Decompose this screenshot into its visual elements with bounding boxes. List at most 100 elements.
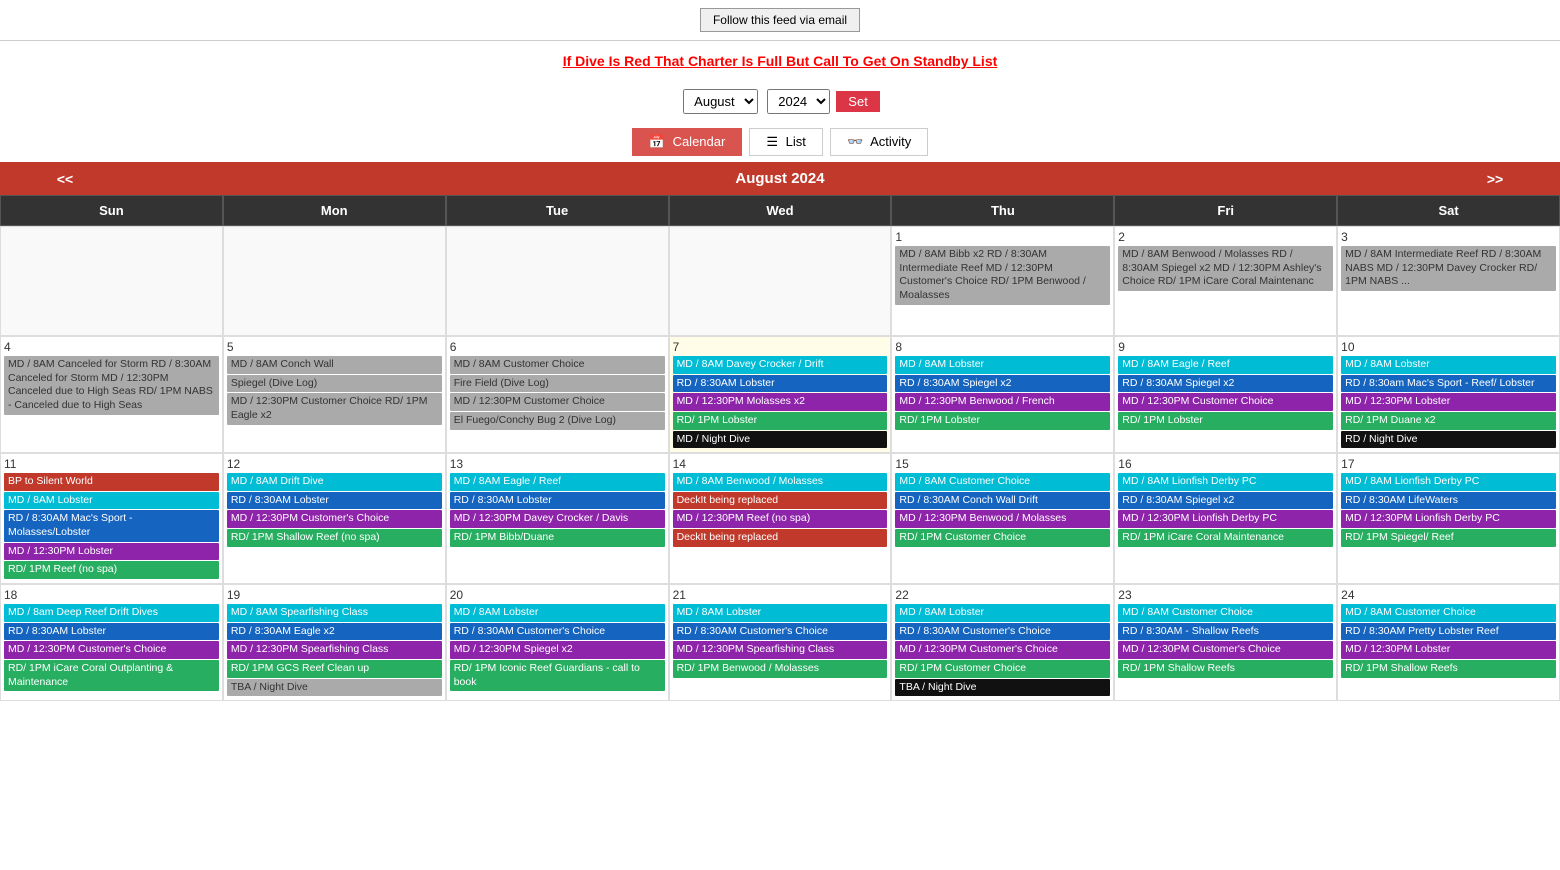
event-aug7-2[interactable]: RD / 8:30AM Lobster xyxy=(673,375,888,393)
event-aug22-1[interactable]: MD / 8AM Lobster xyxy=(895,604,1110,622)
event-aug18-4[interactable]: RD/ 1PM iCare Coral Outplanting & Mainte… xyxy=(4,660,219,691)
event-aug12-3[interactable]: MD / 12:30PM Customer's Choice xyxy=(227,510,442,528)
event-aug15-3[interactable]: MD / 12:30PM Benwood / Molasses xyxy=(895,510,1110,528)
event-aug19-2[interactable]: RD / 8:30AM Eagle x2 xyxy=(227,623,442,641)
event-aug13-4[interactable]: RD/ 1PM Bibb/Duane xyxy=(450,529,665,547)
month-select[interactable]: August xyxy=(683,89,758,114)
tab-calendar[interactable]: 📅 Calendar xyxy=(632,128,743,156)
event-aug24-4[interactable]: RD/ 1PM Shallow Reefs xyxy=(1341,660,1556,678)
event-aug9-4[interactable]: RD/ 1PM Lobster xyxy=(1118,412,1333,430)
next-month-button[interactable]: >> xyxy=(1430,162,1560,195)
event-aug10-2[interactable]: RD / 8:30am Mac's Sport - Reef/ Lobster xyxy=(1341,375,1556,393)
event-aug23-4[interactable]: RD/ 1PM Shallow Reefs xyxy=(1118,660,1333,678)
event-aug5-1[interactable]: MD / 8AM Conch Wall xyxy=(227,356,442,374)
event-aug9-3[interactable]: MD / 12:30PM Customer Choice xyxy=(1118,393,1333,411)
event-aug19-3[interactable]: MD / 12:30PM Spearfishing Class xyxy=(227,641,442,659)
event-aug16-2[interactable]: RD / 8:30AM Spiegel x2 xyxy=(1118,492,1333,510)
event-aug21-4[interactable]: RD/ 1PM Benwood / Molasses xyxy=(673,660,888,678)
event-aug8-4[interactable]: RD/ 1PM Lobster xyxy=(895,412,1110,430)
event-aug14-2[interactable]: DeckIt being replaced xyxy=(673,492,888,510)
cal-cell-aug5: 5 MD / 8AM Conch Wall Spiegel (Dive Log)… xyxy=(223,336,446,453)
event-aug7-3[interactable]: MD / 12:30PM Molasses x2 xyxy=(673,393,888,411)
event-aug20-1[interactable]: MD / 8AM Lobster xyxy=(450,604,665,622)
event-aug16-3[interactable]: MD / 12:30PM Lionfish Derby PC xyxy=(1118,510,1333,528)
event-aug7-5[interactable]: MD / Night Dive xyxy=(673,431,888,449)
event-aug18-2[interactable]: RD / 8:30AM Lobster xyxy=(4,623,219,641)
event-aug13-1[interactable]: MD / 8AM Eagle / Reef xyxy=(450,473,665,491)
set-button[interactable]: Set xyxy=(836,91,880,112)
event-aug17-2[interactable]: RD / 8:30AM LifeWaters xyxy=(1341,492,1556,510)
event-aug6-3[interactable]: MD / 12:30PM Customer Choice xyxy=(450,393,665,411)
event-aug10-5[interactable]: RD / Night Dive xyxy=(1341,431,1556,449)
tab-activity[interactable]: 👓 Activity xyxy=(830,128,928,156)
event-aug20-3[interactable]: MD / 12:30PM Spiegel x2 xyxy=(450,641,665,659)
event-aug21-2[interactable]: RD / 8:30AM Customer's Choice xyxy=(673,623,888,641)
event-aug22-2[interactable]: RD / 8:30AM Customer's Choice xyxy=(895,623,1110,641)
event-aug14-4[interactable]: DeckIt being replaced xyxy=(673,529,888,547)
event-aug11-5[interactable]: RD/ 1PM Reef (no spa) xyxy=(4,561,219,579)
event-aug24-1[interactable]: MD / 8AM Customer Choice xyxy=(1341,604,1556,622)
event-aug11-4[interactable]: MD / 12:30PM Lobster xyxy=(4,543,219,561)
event-aug8-3[interactable]: MD / 12:30PM Benwood / French xyxy=(895,393,1110,411)
event-aug1-1[interactable]: MD / 8AM Bibb x2 RD / 8:30AM Intermediat… xyxy=(895,246,1110,305)
event-aug15-1[interactable]: MD / 8AM Customer Choice xyxy=(895,473,1110,491)
event-aug18-1[interactable]: MD / 8am Deep Reef Drift Dives xyxy=(4,604,219,622)
event-aug11-2[interactable]: MD / 8AM Lobster xyxy=(4,492,219,510)
event-aug23-2[interactable]: RD / 8:30AM - Shallow Reefs xyxy=(1118,623,1333,641)
event-aug24-3[interactable]: MD / 12:30PM Lobster xyxy=(1341,641,1556,659)
event-aug6-2[interactable]: Fire Field (Dive Log) xyxy=(450,375,665,393)
event-aug7-1[interactable]: MD / 8AM Davey Crocker / Drift xyxy=(673,356,888,374)
tab-list[interactable]: ☰ List xyxy=(749,128,823,156)
event-aug13-2[interactable]: RD / 8:30AM Lobster xyxy=(450,492,665,510)
event-aug11-1[interactable]: BP to Silent World xyxy=(4,473,219,491)
event-aug17-4[interactable]: RD/ 1PM Spiegel/ Reef xyxy=(1341,529,1556,547)
event-aug13-3[interactable]: MD / 12:30PM Davey Crocker / Davis xyxy=(450,510,665,528)
event-aug22-4[interactable]: RD/ 1PM Customer Choice xyxy=(895,660,1110,678)
event-aug22-3[interactable]: MD / 12:30PM Customer's Choice xyxy=(895,641,1110,659)
event-aug15-2[interactable]: RD / 8:30AM Conch Wall Drift xyxy=(895,492,1110,510)
event-aug7-4[interactable]: RD/ 1PM Lobster xyxy=(673,412,888,430)
event-aug10-4[interactable]: RD/ 1PM Duane x2 xyxy=(1341,412,1556,430)
event-aug19-4[interactable]: RD/ 1PM GCS Reef Clean up xyxy=(227,660,442,678)
event-aug11-3[interactable]: RD / 8:30AM Mac's Sport - Molasses/Lobst… xyxy=(4,510,219,541)
event-aug10-3[interactable]: MD / 12:30PM Lobster xyxy=(1341,393,1556,411)
event-aug24-2[interactable]: RD / 8:30AM Pretty Lobster Reef xyxy=(1341,623,1556,641)
event-aug18-3[interactable]: MD / 12:30PM Customer's Choice xyxy=(4,641,219,659)
event-aug12-2[interactable]: RD / 8:30AM Lobster xyxy=(227,492,442,510)
event-aug3-1[interactable]: MD / 8AM Intermediate Reef RD / 8:30AM N… xyxy=(1341,246,1556,291)
event-aug14-3[interactable]: MD / 12:30PM Reef (no spa) xyxy=(673,510,888,528)
event-aug12-4[interactable]: RD/ 1PM Shallow Reef (no spa) xyxy=(227,529,442,547)
event-aug10-1[interactable]: MD / 8AM Lobster xyxy=(1341,356,1556,374)
event-aug12-1[interactable]: MD / 8AM Drift Dive xyxy=(227,473,442,491)
event-aug23-1[interactable]: MD / 8AM Customer Choice xyxy=(1118,604,1333,622)
event-aug6-4[interactable]: El Fuego/Conchy Bug 2 (Dive Log) xyxy=(450,412,665,430)
event-aug19-5[interactable]: TBA / Night Dive xyxy=(227,679,442,697)
event-aug21-1[interactable]: MD / 8AM Lobster xyxy=(673,604,888,622)
follow-feed-button[interactable]: Follow this feed via email xyxy=(700,8,860,32)
event-aug6-1[interactable]: MD / 8AM Customer Choice xyxy=(450,356,665,374)
event-aug17-3[interactable]: MD / 12:30PM Lionfish Derby PC xyxy=(1341,510,1556,528)
event-aug20-2[interactable]: RD / 8:30AM Customer's Choice xyxy=(450,623,665,641)
event-aug15-4[interactable]: RD/ 1PM Customer Choice xyxy=(895,529,1110,547)
event-aug20-4[interactable]: RD/ 1PM Iconic Reef Guardians - call to … xyxy=(450,660,665,691)
event-aug23-3[interactable]: MD / 12:30PM Customer's Choice xyxy=(1118,641,1333,659)
prev-month-button[interactable]: << xyxy=(0,162,130,195)
cal-cell-empty1 xyxy=(0,226,223,336)
event-aug9-1[interactable]: MD / 8AM Eagle / Reef xyxy=(1118,356,1333,374)
event-aug8-1[interactable]: MD / 8AM Lobster xyxy=(895,356,1110,374)
event-aug14-1[interactable]: MD / 8AM Benwood / Molasses xyxy=(673,473,888,491)
event-aug9-2[interactable]: RD / 8:30AM Spiegel x2 xyxy=(1118,375,1333,393)
event-aug2-1[interactable]: MD / 8AM Benwood / Molasses RD / 8:30AM … xyxy=(1118,246,1333,291)
cal-cell-aug8: 8 MD / 8AM Lobster RD / 8:30AM Spiegel x… xyxy=(891,336,1114,453)
year-select[interactable]: 2024 xyxy=(767,89,830,114)
event-aug22-5[interactable]: TBA / Night Dive xyxy=(895,679,1110,697)
event-aug5-2[interactable]: Spiegel (Dive Log) xyxy=(227,375,442,393)
event-aug4-1[interactable]: MD / 8AM Canceled for Storm RD / 8:30AM … xyxy=(4,356,219,415)
event-aug19-1[interactable]: MD / 8AM Spearfishing Class xyxy=(227,604,442,622)
event-aug16-4[interactable]: RD/ 1PM iCare Coral Maintenance xyxy=(1118,529,1333,547)
event-aug5-3[interactable]: MD / 12:30PM Customer Choice RD/ 1PM Eag… xyxy=(227,393,442,424)
event-aug16-1[interactable]: MD / 8AM Lionfish Derby PC xyxy=(1118,473,1333,491)
event-aug21-3[interactable]: MD / 12:30PM Spearfishing Class xyxy=(673,641,888,659)
event-aug8-2[interactable]: RD / 8:30AM Spiegel x2 xyxy=(895,375,1110,393)
event-aug17-1[interactable]: MD / 8AM Lionfish Derby PC xyxy=(1341,473,1556,491)
